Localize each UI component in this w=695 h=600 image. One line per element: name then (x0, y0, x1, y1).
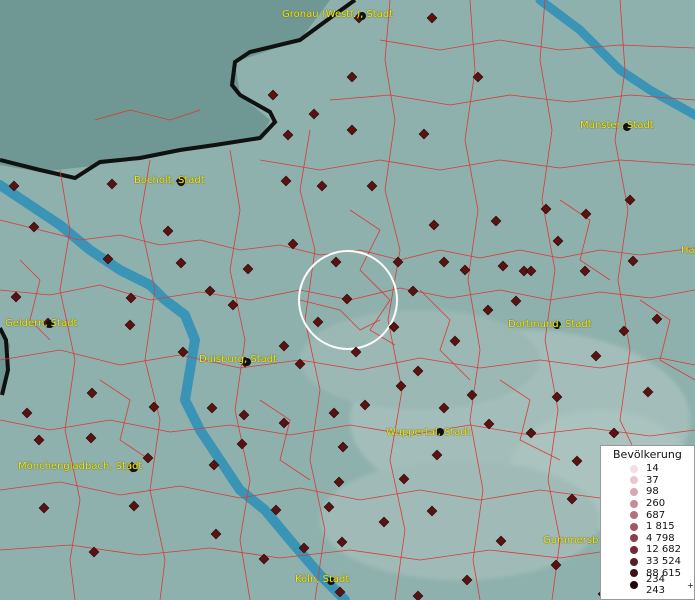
legend-label: 98 (646, 486, 659, 498)
legend-item: 98 (601, 486, 694, 498)
legend-swatch (630, 580, 638, 589)
legend-label: 14 (646, 463, 659, 475)
place-label-geldern[interactable]: Geldern, Stadt (5, 318, 77, 329)
legend-label: 260 (646, 498, 666, 510)
legend-swatch (630, 499, 638, 508)
legend-swatch (630, 511, 638, 520)
legend-item: 33 524 (601, 556, 694, 568)
legend-label: 234 243 (645, 573, 666, 596)
legend-item: 1 815 (601, 521, 694, 533)
legend-label: 687 (646, 509, 666, 521)
legend-label: 37 (646, 474, 659, 486)
legend-item: 234 243 + (601, 574, 694, 596)
legend-item: 687 (601, 509, 694, 521)
place-label-dortmund[interactable]: Dortmund, Stadt (508, 319, 592, 330)
place-label-hamm[interactable]: Ha (681, 245, 695, 256)
place-label-moenchengladbach[interactable]: Mönchengladbach, Stadt (18, 461, 142, 472)
legend-label: 12 682 (646, 544, 681, 556)
legend-swatch (630, 569, 638, 578)
place-label-duisburg[interactable]: Duisburg, Stadt (199, 354, 277, 365)
map-canvas[interactable] (0, 0, 695, 600)
legend-label: 1 815 (646, 521, 675, 533)
legend-item: 12 682 (601, 544, 694, 556)
legend-swatch (630, 557, 638, 566)
legend-item: 14 (601, 463, 694, 475)
legend-title: Bevölkerung (613, 448, 682, 461)
legend-swatch (630, 464, 638, 473)
place-label-muenster[interactable]: Münster, Stadt (580, 120, 654, 131)
place-label-wuppertal[interactable]: Wuppertal, Stadt (386, 427, 471, 438)
legend-label: 33 524 (646, 556, 681, 568)
population-legend: Bevölkerung 14 37 98 260 687 1 815 4 798 12 682… (600, 445, 695, 600)
legend-item: 37 (601, 475, 694, 487)
legend-item: 4 798 (601, 533, 694, 545)
legend-rows: 14 37 98 260 687 1 815 4 798 12 682 33 524 88 615… (601, 463, 694, 596)
legend-label: 4 798 (646, 532, 675, 544)
place-label-gronau[interactable]: Gronau (Westf.), Stadt (282, 9, 393, 20)
legend-swatch (630, 522, 638, 531)
place-label-gummersbach[interactable]: Gummersb (543, 535, 598, 546)
legend-suffix: + (687, 579, 694, 590)
place-label-koeln[interactable]: Köln, Stadt (295, 574, 349, 585)
legend-item: 260 (601, 498, 694, 510)
legend-swatch (630, 487, 638, 496)
legend-swatch (630, 476, 638, 485)
place-label-bocholt[interactable]: Bocholt, Stadt (134, 175, 205, 186)
legend-swatch (630, 545, 638, 554)
legend-swatch (630, 534, 638, 543)
